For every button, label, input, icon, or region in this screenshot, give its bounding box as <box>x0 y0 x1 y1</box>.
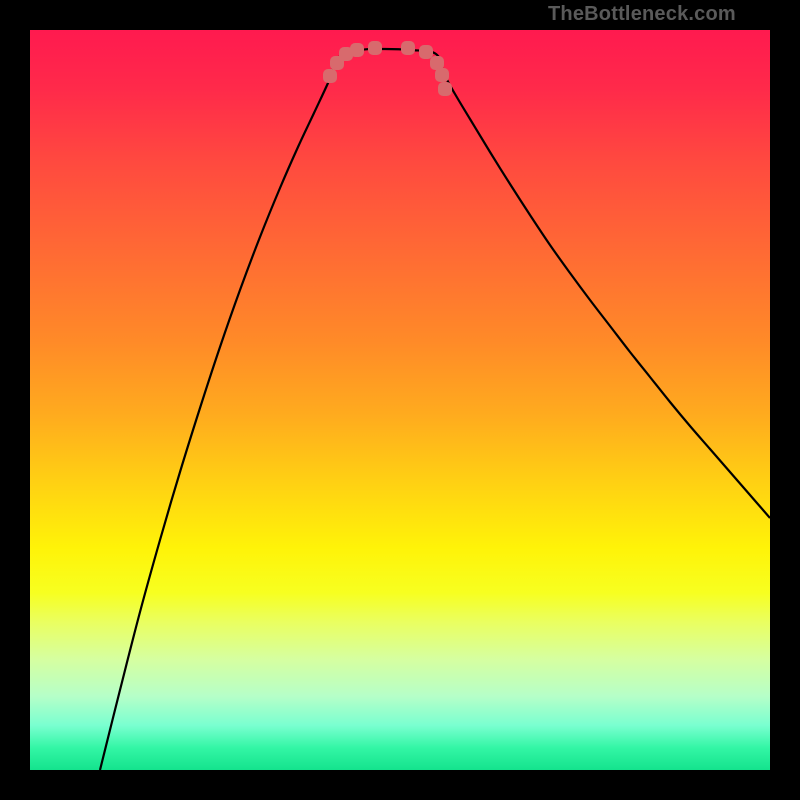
marker-dot <box>323 69 337 83</box>
marker-dot <box>350 43 364 57</box>
bottleneck-curve <box>100 49 770 770</box>
marker-dot <box>430 56 444 70</box>
plot-area <box>30 30 770 770</box>
curve-layer <box>30 30 770 770</box>
marker-dot <box>438 82 452 96</box>
marker-dot <box>419 45 433 59</box>
chart-frame: TheBottleneck.com <box>0 0 800 800</box>
marker-dot <box>435 68 449 82</box>
watermark-text: TheBottleneck.com <box>548 3 736 26</box>
marker-dot <box>401 41 415 55</box>
marker-dot <box>368 41 382 55</box>
